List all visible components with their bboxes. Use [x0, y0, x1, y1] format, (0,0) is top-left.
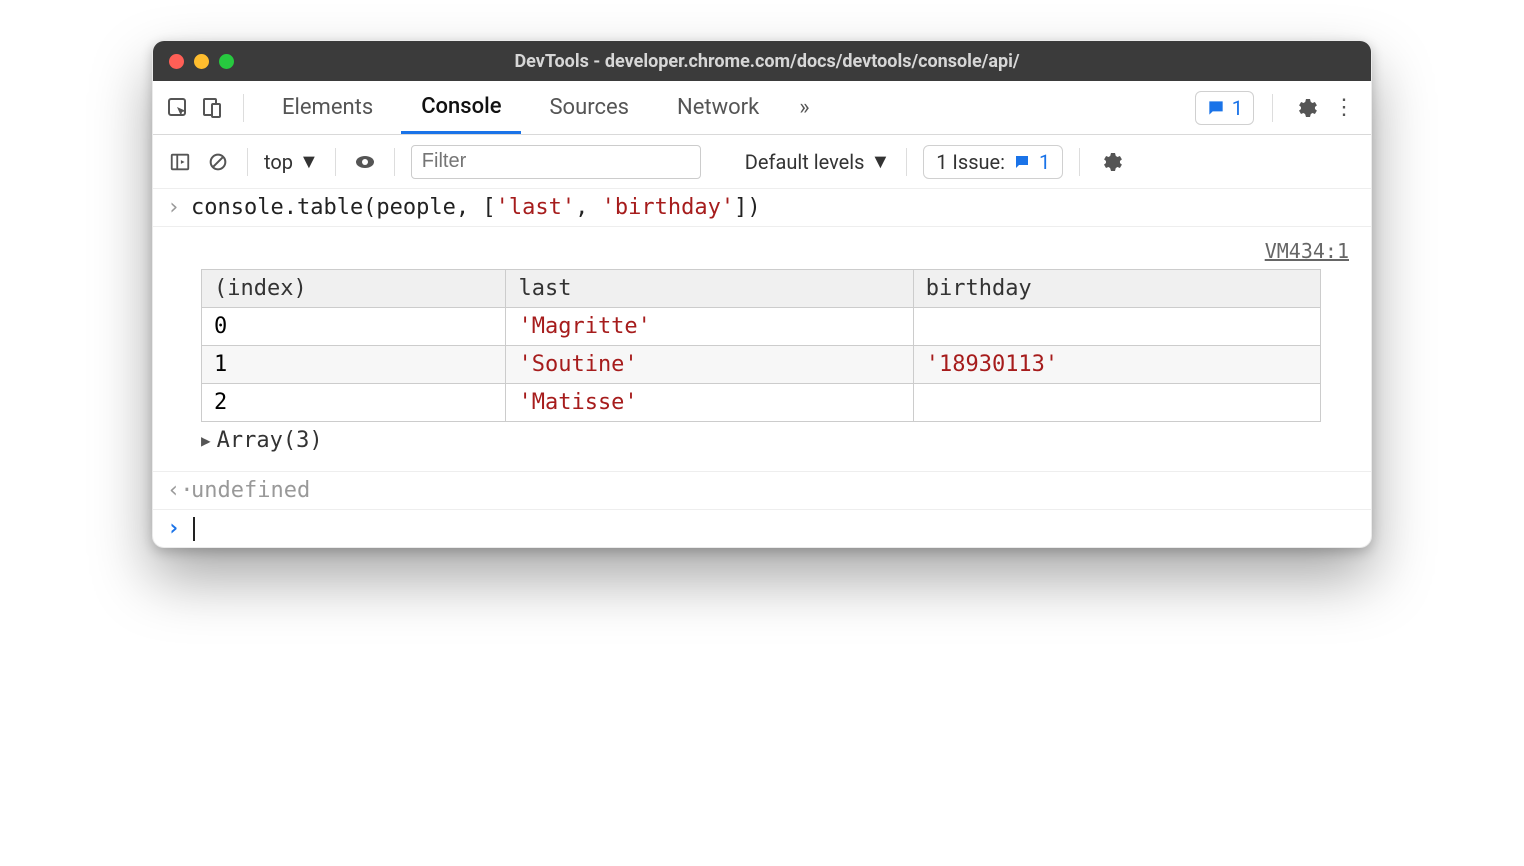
echoed-command: console.table(people, ['last', 'birthday… — [191, 195, 761, 220]
divider — [243, 94, 244, 122]
divider — [1079, 148, 1080, 176]
source-link[interactable]: VM434:1 — [201, 239, 1349, 263]
message-icon — [1206, 98, 1226, 118]
issues-badge[interactable]: 1 — [1195, 91, 1254, 125]
window-titlebar: DevTools - developer.chrome.com/docs/dev… — [153, 41, 1371, 81]
issues-badge-count: 1 — [1232, 96, 1243, 120]
return-value: undefined — [191, 478, 310, 503]
input-chevron-icon: › — [167, 195, 191, 220]
zoom-icon[interactable] — [219, 54, 234, 69]
table-cell: '18930113' — [913, 346, 1320, 384]
context-selector[interactable]: top ▼ — [264, 149, 319, 174]
traffic-lights — [169, 54, 234, 69]
table-row: 2 'Matisse' — [202, 384, 1321, 422]
table-cell — [913, 308, 1320, 346]
table-header-row: (index) last birthday — [202, 270, 1321, 308]
tab-sources[interactable]: Sources — [529, 81, 649, 134]
context-label: top — [264, 150, 293, 174]
array-label: Array(3) — [217, 428, 323, 453]
devtools-tabbar: Elements Console Sources Network » 1 ⋮ — [153, 81, 1371, 135]
table-header[interactable]: birthday — [913, 270, 1320, 308]
console-return-row: ‹· undefined — [153, 472, 1371, 510]
return-arrow-icon: ‹· — [167, 478, 191, 503]
divider — [335, 148, 336, 176]
code-fragment: ]) — [734, 195, 761, 220]
message-icon — [1013, 153, 1031, 171]
table-header[interactable]: (index) — [202, 270, 506, 308]
prompt-chevron-icon: › — [167, 516, 191, 541]
console-table-output: VM434:1 (index) last birthday 0 'Magritt… — [153, 227, 1371, 472]
levels-label: Default levels — [745, 150, 865, 174]
string-literal: 'birthday' — [602, 195, 734, 220]
table-cell-index: 0 — [202, 308, 506, 346]
prompt-input[interactable] — [191, 516, 195, 541]
live-expression-icon[interactable] — [352, 149, 378, 175]
console-toolbar: top ▼ Default levels ▼ 1 Issue: 1 — [153, 135, 1371, 189]
settings-gear-icon[interactable] — [1291, 93, 1321, 123]
divider — [1272, 94, 1273, 122]
table-header[interactable]: last — [506, 270, 913, 308]
table-cell: 'Matisse' — [506, 384, 913, 422]
sidebar-toggle-icon[interactable] — [167, 149, 193, 175]
kebab-menu-icon[interactable]: ⋮ — [1329, 93, 1359, 123]
more-tabs-icon[interactable]: » — [787, 95, 821, 120]
minimize-icon[interactable] — [194, 54, 209, 69]
chevron-down-icon: ▼ — [870, 149, 890, 174]
inspect-icon[interactable] — [165, 95, 191, 121]
table-row: 0 'Magritte' — [202, 308, 1321, 346]
console-table: (index) last birthday 0 'Magritte' 1 'So… — [201, 269, 1321, 422]
divider — [906, 148, 907, 176]
filter-input[interactable] — [411, 145, 701, 179]
table-cell: 'Magritte' — [506, 308, 913, 346]
close-icon[interactable] — [169, 54, 184, 69]
tab-network[interactable]: Network — [657, 81, 779, 134]
window-title: DevTools - developer.chrome.com/docs/dev… — [234, 51, 1300, 72]
console-input-echo: › console.table(people, ['last', 'birthd… — [153, 189, 1371, 227]
clear-console-icon[interactable] — [205, 149, 231, 175]
table-cell-index: 2 — [202, 384, 506, 422]
issues-button[interactable]: 1 Issue: 1 — [923, 145, 1063, 179]
devtools-window: DevTools - developer.chrome.com/docs/dev… — [152, 40, 1372, 548]
table-cell-index: 1 — [202, 346, 506, 384]
divider — [247, 148, 248, 176]
string-literal: 'last' — [496, 195, 575, 220]
divider — [394, 148, 395, 176]
issue-label: 1 Issue: — [936, 150, 1005, 174]
issue-count: 1 — [1039, 150, 1050, 174]
code-fragment: console.table(people, [ — [191, 195, 496, 220]
device-toggle-icon[interactable] — [199, 95, 225, 121]
log-levels-dropdown[interactable]: Default levels ▼ — [745, 149, 890, 174]
console-output: › console.table(people, ['last', 'birthd… — [153, 189, 1371, 547]
tab-console[interactable]: Console — [401, 81, 521, 134]
table-cell: 'Soutine' — [506, 346, 913, 384]
triangle-right-icon: ▶ — [201, 431, 211, 450]
console-settings-gear-icon[interactable] — [1096, 147, 1126, 177]
chevron-down-icon: ▼ — [299, 149, 319, 174]
array-disclosure[interactable]: ▶ Array(3) — [201, 422, 1357, 463]
console-prompt[interactable]: › — [153, 510, 1371, 547]
table-row: 1 'Soutine' '18930113' — [202, 346, 1321, 384]
table-cell — [913, 384, 1320, 422]
code-fragment: , — [575, 195, 602, 220]
tab-elements[interactable]: Elements — [262, 81, 393, 134]
